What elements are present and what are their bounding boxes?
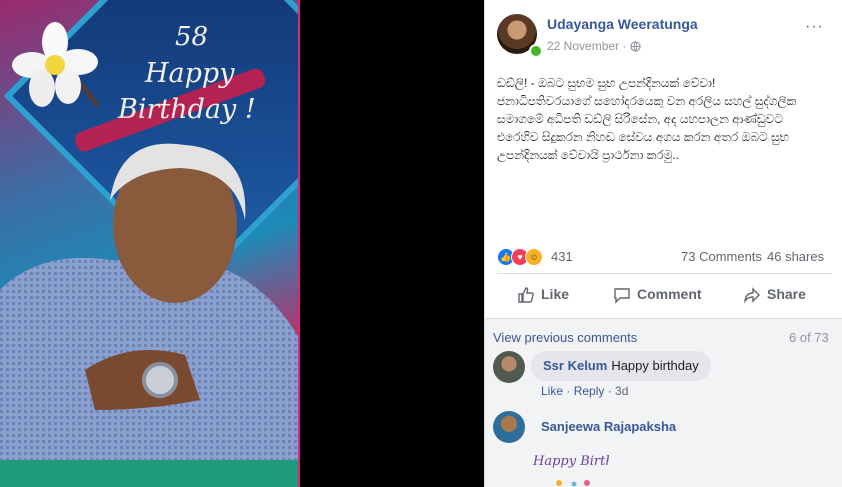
photo-age-number: 58 [175, 22, 209, 52]
sticker-text: Happy Birthday [532, 454, 609, 469]
comment-like-link[interactable]: Like [541, 384, 563, 398]
commenter-avatar[interactable] [493, 411, 525, 443]
post-stats: 👍 ♥ ☺ 431 73 Comments 46 shares [497, 248, 832, 266]
post-text: ඩඩ්ලි! - ඔබට සුභම සුභ උපන්දිනයක් වේවා! ජ… [497, 74, 832, 164]
comment-meta: Like · Reply · 3d [541, 384, 629, 398]
shares-count-link[interactable]: 46 shares [767, 249, 824, 264]
comment-time[interactable]: 3d [615, 384, 628, 398]
photo-greeting-happy: Happy [145, 58, 235, 89]
view-previous-comments-link[interactable]: View previous comments [493, 330, 637, 345]
online-status-dot [529, 44, 543, 58]
comments-section: View previous comments 6 of 73 Ssr Kelum… [485, 319, 842, 487]
share-icon [743, 287, 760, 304]
person-portrait [0, 143, 298, 487]
commenter-avatar[interactable] [493, 351, 525, 383]
comment-button[interactable]: Comment [613, 286, 702, 304]
frangipani-flower-icon [12, 22, 100, 108]
post-panel: Udayanga Weeratunga 22 November · ··· ඩඩ… [484, 0, 842, 487]
post-text-line: ජනාධිපතිවරයාගේ සහෝදරයෙකු වන අරලිය සහල් ස… [497, 94, 797, 108]
comment-reply-link[interactable]: Reply [574, 384, 605, 398]
photo-greeting-birthday: Birthday ! [118, 94, 256, 125]
birthday-sticker[interactable]: Happy Birthday [529, 447, 609, 487]
post-photo[interactable]: 58 Happy Birthday ! [0, 0, 300, 487]
reactions-summary[interactable]: 👍 ♥ ☺ [497, 248, 543, 266]
share-button[interactable]: Share [743, 286, 806, 304]
comment-text: Happy birthday [611, 358, 699, 373]
reaction-count[interactable]: 431 [551, 249, 573, 264]
post-text-line: උපන්දිනයක් වේවායි ප්‍රාර්ථනා කරමු.. [497, 148, 679, 162]
globe-icon [630, 41, 642, 53]
post-date[interactable]: 22 November · [547, 39, 642, 53]
post-date-text[interactable]: 22 November [547, 39, 619, 53]
post-actions: Like Comment Share [497, 280, 832, 310]
comment-icon [614, 288, 630, 304]
thumbs-up-icon [518, 287, 534, 303]
post-text-line: එරෙහිව සිදුකරන නිහඬ සේවය අගය කරන අතර ඔබට… [497, 130, 790, 144]
post-text-line: සමාගමේ අධිපති ඩඩ්ලි සිරිසේන, අද යහපාලන ආ… [497, 112, 783, 126]
comment-label: Comment [637, 286, 702, 302]
more-options-button[interactable]: ··· [805, 18, 824, 36]
like-button[interactable]: Like [517, 286, 569, 304]
post-text-line: ඩඩ්ලි! - ඔබට සුභම සුභ උපන්දිනයක් වේවා! [497, 76, 716, 90]
comments-count-link[interactable]: 73 Comments [681, 249, 762, 264]
comments-page-count: 6 of 73 [789, 330, 829, 345]
commenter-name-link[interactable]: Ssr Kelum [543, 358, 607, 373]
commenter-name-link[interactable]: Sanjeewa Rajapaksha [541, 419, 676, 434]
share-label: Share [767, 286, 806, 302]
author-name-link[interactable]: Udayanga Weeratunga [547, 16, 698, 32]
haha-reaction-icon: ☺ [525, 248, 543, 266]
comment-bubble: Ssr Kelum Happy birthday [531, 351, 711, 381]
divider [497, 273, 832, 274]
like-label: Like [541, 286, 570, 302]
